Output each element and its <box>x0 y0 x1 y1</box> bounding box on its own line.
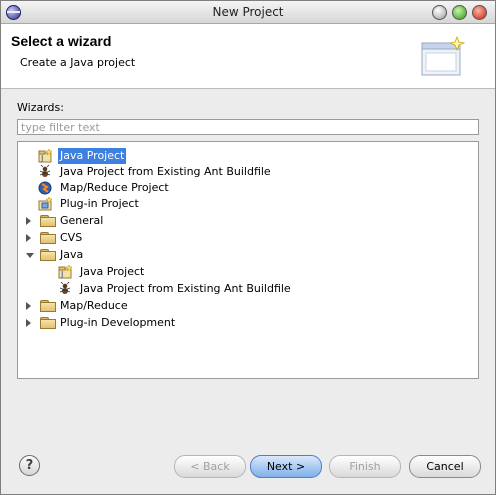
tree-item-label: Java Project from Existing Ant Buildfile <box>80 282 291 295</box>
tree-item-label: CVS <box>60 231 83 244</box>
ant-icon <box>59 282 71 294</box>
cancel-button[interactable]: Cancel <box>409 455 481 478</box>
finish-button[interactable]: Finish <box>329 455 401 478</box>
filter-input[interactable] <box>17 119 479 135</box>
collapse-arrow-icon[interactable] <box>26 253 34 258</box>
close-button[interactable] <box>472 5 487 20</box>
window-title: New Project <box>212 5 284 19</box>
java-project-icon: J <box>38 149 53 163</box>
expand-arrow-icon[interactable] <box>26 217 31 225</box>
plugin-project-icon <box>38 197 53 211</box>
maximize-button[interactable] <box>452 5 467 20</box>
title-bar[interactable]: New Project <box>1 1 495 24</box>
new-project-dialog: New Project Select a wizard Create a Jav… <box>0 0 496 495</box>
tree-item-label: General <box>60 214 104 227</box>
help-button[interactable]: ? <box>19 455 40 476</box>
wizard-tree[interactable]: J Java Project Java Project from Existin… <box>17 141 479 379</box>
page-title: Select a wizard <box>11 33 112 49</box>
folder-open-icon <box>40 249 56 261</box>
java-project-icon: J <box>58 265 73 279</box>
back-button[interactable]: < Back <box>174 455 246 478</box>
svg-text:J: J <box>60 270 63 279</box>
next-button[interactable]: Next > <box>250 455 322 478</box>
tree-item-label: Map/Reduce <box>60 299 128 312</box>
tree-item-label: Java <box>60 248 84 261</box>
tree-item-label: Plug-in Development <box>60 316 176 329</box>
ant-icon <box>39 165 51 177</box>
tree-item-label: Java Project <box>80 265 145 278</box>
tree-item-label: Map/Reduce Project <box>60 181 169 194</box>
expand-arrow-icon[interactable] <box>26 302 31 310</box>
wizards-label: Wizards: <box>17 101 64 114</box>
page-description: Create a Java project <box>20 56 136 69</box>
tree-item-label: Java Project from Existing Ant Buildfile <box>60 165 271 178</box>
folder-icon <box>40 300 56 312</box>
folder-icon <box>40 232 56 244</box>
mapreduce-project-icon <box>38 181 52 195</box>
expand-arrow-icon[interactable] <box>26 234 31 242</box>
tree-item-label: Java Project <box>58 148 127 164</box>
svg-text:J: J <box>40 154 43 163</box>
tree-item-label: Plug-in Project <box>60 197 139 210</box>
folder-icon <box>40 317 56 329</box>
new-wizard-banner-icon <box>421 36 465 76</box>
minimize-button[interactable] <box>432 5 447 20</box>
wizard-header: Select a wizard Create a Java project <box>1 24 495 89</box>
expand-arrow-icon[interactable] <box>26 319 31 327</box>
folder-icon <box>40 215 56 227</box>
